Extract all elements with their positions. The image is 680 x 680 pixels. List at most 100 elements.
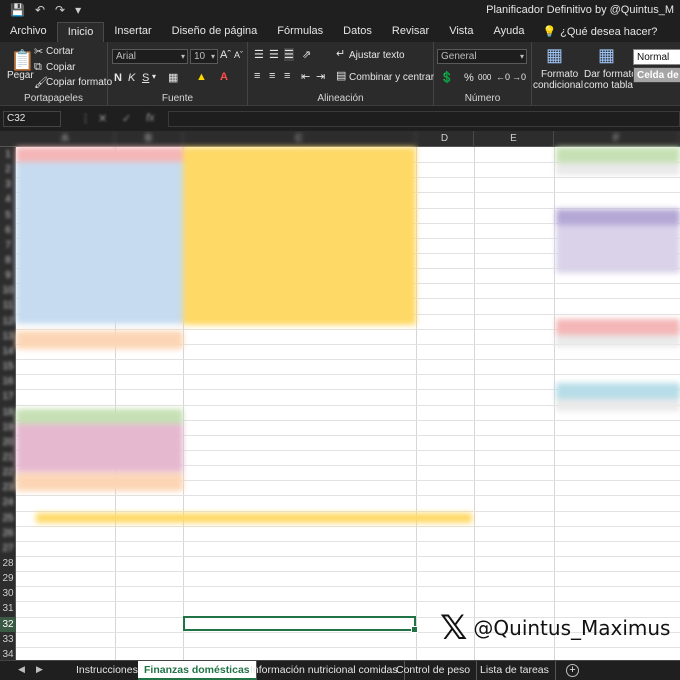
font-size-select[interactable]: 10 ▾	[190, 49, 218, 64]
row-header[interactable]: 4	[0, 192, 16, 207]
row-header[interactable]: 14	[0, 344, 16, 359]
style-normal[interactable]: Normal	[633, 49, 680, 65]
row-header[interactable]: 12	[0, 314, 16, 329]
tab-ayuda[interactable]: Ayuda	[483, 22, 534, 42]
style-celda[interactable]: Celda de	[633, 67, 680, 83]
row-header[interactable]: 9	[0, 268, 16, 283]
spreadsheet-grid[interactable]: A B C D E F 1 2 3 4 5 6 7 8 9 10 11 12 13 14 15 16 17 18 1…	[0, 131, 680, 660]
row-header[interactable]: 26	[0, 526, 16, 541]
row-header[interactable]: 19	[0, 420, 16, 435]
cancel-icon[interactable]: ✕	[98, 112, 107, 125]
save-icon[interactable]: 💾	[10, 3, 25, 17]
column-header-f[interactable]: F	[554, 131, 680, 147]
sheet-tab-nutricional[interactable]: Información nutricional comidas	[244, 661, 405, 680]
row-header[interactable]: 24	[0, 495, 16, 510]
accounting-format-icon[interactable]: 💲	[440, 71, 454, 84]
row-header[interactable]: 11	[0, 298, 16, 313]
increase-decimal-icon[interactable]: ←0	[496, 72, 510, 82]
row-header[interactable]: 22	[0, 465, 16, 480]
add-sheet-icon[interactable]: +	[566, 664, 579, 677]
selected-cell-c32[interactable]	[183, 616, 418, 633]
tab-insertar[interactable]: Insertar	[104, 22, 161, 42]
font-color-icon[interactable]: A	[220, 71, 228, 83]
column-header-a[interactable]: A	[16, 131, 115, 147]
align-top-icon[interactable]: ☰	[254, 48, 264, 61]
undo-icon[interactable]: ↶	[35, 3, 45, 17]
align-bottom-icon[interactable]: ☰	[284, 48, 294, 61]
column-header-c[interactable]: C	[183, 131, 416, 147]
row-header[interactable]: 23	[0, 480, 16, 495]
tab-datos[interactable]: Datos	[333, 22, 382, 42]
conditional-format-label-1[interactable]: Formato	[541, 69, 578, 80]
row-header[interactable]: 3	[0, 177, 16, 192]
sheet-tab-finanzas[interactable]: Finanzas domésticas	[138, 661, 257, 680]
borders-icon[interactable]: ▦	[168, 71, 178, 84]
redo-icon[interactable]: ↷	[55, 3, 65, 17]
fill-color-icon[interactable]: ▲	[196, 71, 207, 83]
tab-diseno-pagina[interactable]: Diseño de página	[162, 22, 268, 42]
name-box[interactable]: C32	[3, 111, 61, 127]
row-header[interactable]: 28	[0, 556, 16, 571]
row-header[interactable]: 1	[0, 147, 16, 162]
sheet-tab-tareas[interactable]: Lista de tareas	[474, 661, 556, 680]
tab-vista[interactable]: Vista	[439, 22, 483, 42]
customize-icon[interactable]: ▾	[75, 3, 81, 17]
more-icon[interactable]: ⋮	[80, 112, 91, 125]
wrap-text-button[interactable]: Ajustar texto	[349, 50, 405, 61]
align-middle-icon[interactable]: ☰	[269, 48, 279, 61]
insert-function-button[interactable]: fx	[146, 112, 155, 124]
row-header[interactable]: 21	[0, 450, 16, 465]
column-header-e[interactable]: E	[474, 131, 554, 147]
orientation-icon[interactable]: ⇗	[302, 48, 311, 61]
row-header[interactable]: 17	[0, 389, 16, 404]
bold-button[interactable]: N	[114, 72, 122, 84]
number-format-select[interactable]: General ▾	[437, 49, 527, 64]
increase-indent-icon[interactable]: ⇥	[316, 70, 325, 83]
row-header[interactable]: 27	[0, 541, 16, 556]
row-header[interactable]: 15	[0, 359, 16, 374]
scroll-right-icon[interactable]: ▶	[36, 664, 43, 675]
merge-center-button[interactable]: Combinar y centrar	[349, 72, 434, 83]
percent-button[interactable]: %	[464, 72, 474, 84]
grow-font-icon[interactable]: Aˆ	[220, 49, 231, 61]
row-header[interactable]: 31	[0, 601, 16, 616]
copy-button[interactable]: Copiar	[46, 62, 75, 73]
italic-button[interactable]: K	[128, 72, 135, 84]
tell-me-box[interactable]: 💡 ¿Qué desea hacer?	[534, 22, 657, 42]
column-header-d[interactable]: D	[416, 131, 474, 147]
row-header[interactable]: 30	[0, 586, 16, 601]
tab-revisar[interactable]: Revisar	[382, 22, 439, 42]
row-header[interactable]: 16	[0, 374, 16, 389]
sheet-tab-instrucciones[interactable]: Instrucciones	[70, 661, 145, 680]
format-table-label-1[interactable]: Dar formato	[584, 69, 637, 80]
row-header[interactable]: 25	[0, 511, 16, 526]
align-center-icon[interactable]: ≡	[269, 70, 275, 82]
shrink-font-icon[interactable]: Aˇ	[234, 50, 243, 60]
row-header[interactable]: 10	[0, 283, 16, 298]
sheet-tab-peso[interactable]: Control de peso	[390, 661, 478, 680]
decrease-indent-icon[interactable]: ⇤	[301, 70, 310, 83]
row-header[interactable]: 2	[0, 162, 16, 177]
chevron-down-icon[interactable]: ▾	[152, 72, 156, 81]
conditional-format-label-2[interactable]: condicional	[533, 80, 583, 91]
thousands-separator-button[interactable]: 000	[478, 73, 491, 82]
row-header[interactable]: 5	[0, 208, 16, 223]
row-header[interactable]: 20	[0, 435, 16, 450]
row-header[interactable]: 6	[0, 223, 16, 238]
enter-icon[interactable]: ✓	[122, 112, 131, 125]
align-right-icon[interactable]: ≡	[284, 70, 290, 82]
format-painter-button[interactable]: Copiar formato	[46, 77, 112, 88]
decrease-decimal-icon[interactable]: →0	[512, 72, 526, 82]
row-header[interactable]: 13	[0, 329, 16, 344]
row-header[interactable]: 18	[0, 405, 16, 420]
formula-input[interactable]	[168, 111, 680, 127]
underline-button[interactable]: S	[142, 72, 149, 84]
tab-formulas[interactable]: Fórmulas	[267, 22, 333, 42]
column-header-b[interactable]: B	[115, 131, 183, 147]
tab-archivo[interactable]: Archivo	[0, 22, 57, 42]
row-header[interactable]: 29	[0, 571, 16, 586]
row-header[interactable]: 33	[0, 632, 16, 647]
font-name-select[interactable]: Arial ▾	[112, 49, 188, 64]
align-left-icon[interactable]: ≡	[254, 70, 260, 82]
cut-button[interactable]: Cortar	[46, 46, 74, 57]
